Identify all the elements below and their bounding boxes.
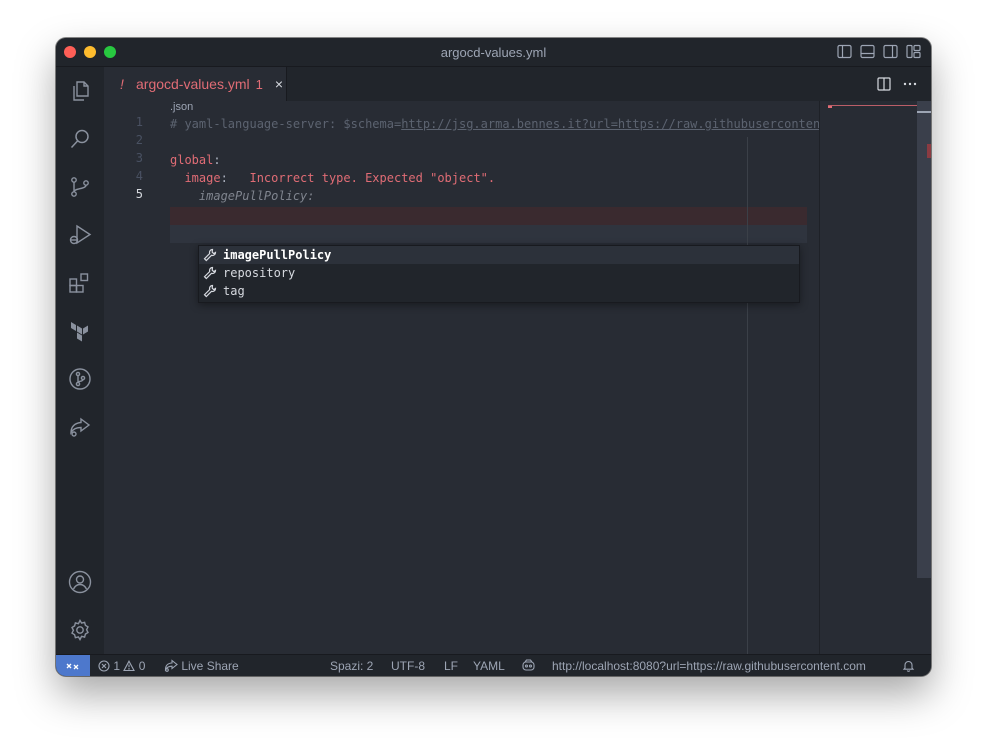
- yaml-key-image: image: [184, 171, 221, 185]
- wrench-icon: [203, 266, 217, 280]
- editor-ruler: [747, 137, 748, 676]
- encoding-status[interactable]: UTF-8: [391, 659, 425, 673]
- ghost-text-suggestion: imagePullPolicy:: [170, 189, 315, 203]
- schema-comment: # yaml-language-server: $schema=: [170, 117, 402, 131]
- error-circle-icon: [98, 660, 110, 672]
- scrollbar-cursor-marker: [917, 111, 931, 113]
- extensions-icon[interactable]: [68, 271, 92, 295]
- suggestion-item[interactable]: repository: [199, 264, 799, 282]
- explorer-icon[interactable]: [68, 79, 92, 103]
- remote-icon: [66, 663, 79, 670]
- wrench-icon: [203, 248, 217, 262]
- editor-window: argocd-values.yml ! argocd-values.yml 1 …: [56, 38, 931, 676]
- live-share-status[interactable]: Live Share: [164, 659, 239, 673]
- code-line-5: imagePullPolicy:: [170, 187, 315, 205]
- suggestion-label: repository: [223, 266, 296, 280]
- remote-indicator[interactable]: [56, 655, 90, 676]
- accounts-icon[interactable]: [68, 570, 92, 594]
- error-line-highlight: [170, 207, 807, 225]
- indentation-status[interactable]: Spazi: 2: [330, 659, 373, 673]
- line-number: 4: [135, 169, 143, 183]
- title-bar: argocd-values.yml: [56, 38, 931, 67]
- line-number: 1: [135, 115, 143, 129]
- toggle-panel-icon[interactable]: [860, 44, 875, 59]
- more-actions-icon[interactable]: [903, 77, 917, 96]
- code-editor[interactable]: .json 1 2 3 4 5 # yaml-language-server: …: [104, 101, 931, 676]
- scrollbar-error-marker: [927, 144, 931, 158]
- search-icon[interactable]: [68, 127, 92, 151]
- minimap-error-line: [828, 105, 918, 106]
- source-control-icon[interactable]: [68, 175, 92, 199]
- live-share-label: Live Share: [181, 659, 239, 673]
- vertical-scrollbar[interactable]: [917, 101, 931, 578]
- current-line-highlight: [170, 225, 807, 243]
- toggle-primary-sidebar-icon[interactable]: [837, 44, 852, 59]
- customize-layout-icon[interactable]: [906, 44, 921, 59]
- wrench-icon: [203, 284, 217, 298]
- line-number-active: 5: [135, 187, 143, 201]
- run-and-debug-icon[interactable]: [68, 223, 92, 247]
- copilot-icon[interactable]: [521, 659, 536, 673]
- live-share-icon: [164, 659, 178, 672]
- close-tab-icon[interactable]: ×: [275, 76, 283, 92]
- tab-bar: ! argocd-values.yml 1 ×: [104, 67, 931, 101]
- code-line-3: global:: [170, 151, 221, 169]
- breadcrumb[interactable]: .json: [170, 101, 193, 113]
- warning-icon: [123, 660, 136, 672]
- code-line-1: # yaml-language-server: $schema=http://j…: [170, 115, 820, 133]
- error-squiggle: [224, 221, 232, 224]
- activity-bar: [56, 67, 104, 654]
- line-number: 3: [135, 151, 143, 165]
- yaml-colon: :: [220, 171, 228, 185]
- git-graph-icon[interactable]: [68, 367, 92, 391]
- language-mode-status[interactable]: YAML: [473, 659, 505, 673]
- yaml-file-icon: !: [120, 76, 124, 92]
- yaml-key-global: global: [170, 153, 214, 167]
- tab-argocd-values[interactable]: ! argocd-values.yml 1 ×: [104, 67, 287, 101]
- terraform-icon[interactable]: [68, 319, 92, 343]
- status-bar: 1 0 Live Share Spazi: 2 UTF-8 LF YAML ht…: [56, 654, 931, 676]
- error-count: 1: [113, 659, 121, 673]
- live-share-icon[interactable]: [68, 415, 92, 439]
- schema-url-link[interactable]: http://jsg.arma.bennes.it?url=https://ra…: [401, 117, 820, 131]
- line-number: 2: [135, 133, 143, 147]
- notifications-bell-icon[interactable]: [902, 659, 915, 673]
- minimap-marker: [828, 106, 832, 108]
- warning-count: 0: [138, 659, 146, 673]
- problems-indicator[interactable]: 1 0: [98, 659, 145, 673]
- schema-url-status[interactable]: http://localhost:8080?url=https://raw.gi…: [552, 659, 890, 673]
- toggle-secondary-sidebar-icon[interactable]: [883, 44, 898, 59]
- suggestion-item[interactable]: tag: [199, 282, 799, 300]
- yaml-colon: :: [213, 153, 221, 167]
- window-title: argocd-values.yml: [440, 45, 547, 60]
- settings-gear-icon[interactable]: [68, 618, 92, 642]
- code-line-4: image: Incorrect type. Expected "object"…: [170, 169, 495, 187]
- suggestion-label: imagePullPolicy: [223, 248, 332, 262]
- suggestion-item[interactable]: imagePullPolicy: [199, 246, 799, 264]
- tab-problem-count: 1: [255, 76, 263, 92]
- suggestion-label: tag: [223, 284, 245, 298]
- suggestion-widget: imagePullPolicy repository tag: [198, 245, 800, 303]
- eol-status[interactable]: LF: [444, 659, 458, 673]
- split-editor-icon[interactable]: [877, 77, 891, 96]
- inline-error-message: Incorrect type. Expected "object".: [227, 171, 496, 185]
- tab-label: argocd-values.yml: [136, 76, 250, 92]
- minimap[interactable]: [819, 101, 918, 654]
